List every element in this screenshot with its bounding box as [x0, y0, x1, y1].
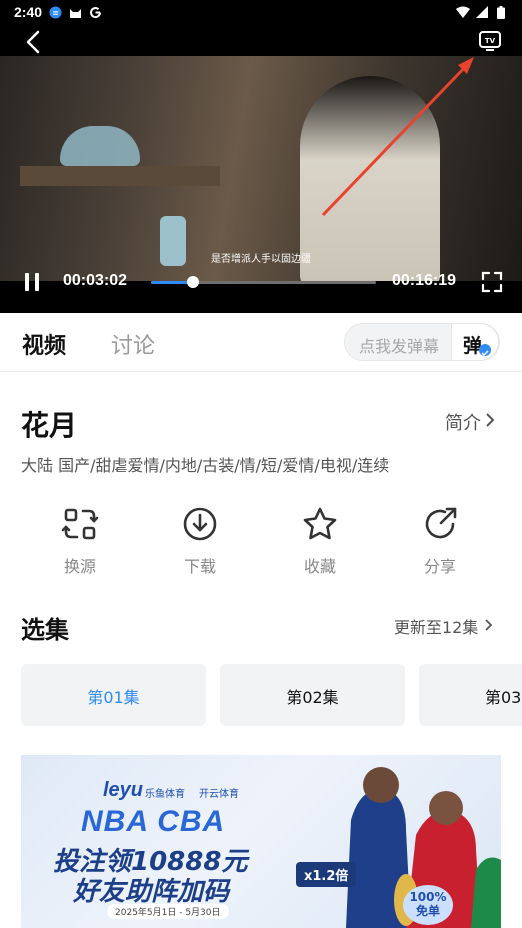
episode-card[interactable]: 第03集 [419, 664, 522, 726]
video-frame [0, 56, 522, 281]
scene-teaset [60, 126, 140, 166]
banner-badge-text: 免单 [415, 904, 440, 918]
status-left: 2:40 ≡ [14, 4, 102, 20]
promo-banner[interactable]: leyu 乐鱼体育 开云体育 NBA CBA 投注领10888元 好友助阵加码 … [21, 755, 501, 928]
danmu-check-icon [479, 344, 491, 357]
chevron-right-icon [485, 412, 495, 433]
episode-label: 第03集 [485, 688, 522, 707]
banner-free-badge: 100% 免单 [403, 885, 453, 925]
danmu-placeholder[interactable]: 点我发弹幕 [359, 333, 439, 357]
video-player[interactable]: TV 是否增派人手以固边疆 00:03:02 00:16:19 [0, 24, 522, 313]
episode-card[interactable]: 第01集 [21, 664, 206, 726]
tv-cast-icon[interactable]: TV [478, 30, 502, 52]
back-icon[interactable] [22, 30, 46, 54]
battery-icon [494, 5, 508, 19]
banner-logo: leyu [103, 779, 144, 801]
episodes-update-link[interactable]: 更新至12集 [394, 614, 493, 638]
current-time: 00:03:02 [63, 272, 128, 289]
player-controls: 00:03:02 00:16:19 [0, 264, 522, 298]
status-bar: 2:40 ≡ [0, 0, 522, 24]
switch-source-icon [61, 505, 99, 543]
download-button[interactable]: 下载 [160, 500, 240, 580]
banner-logo-sub: 乐鱼体育 [145, 789, 185, 800]
banner-multiplier: x1.2倍 [296, 862, 357, 887]
switch-source-button[interactable]: 换源 [40, 500, 120, 580]
fullscreen-icon[interactable] [481, 271, 503, 293]
favorite-button[interactable]: 收藏 [280, 500, 360, 580]
status-time: 2:40 [14, 4, 43, 20]
svg-text:TV: TV [485, 37, 496, 45]
share-label: 分享 [423, 557, 456, 576]
danmu-input[interactable]: 点我发弹幕 弹 [344, 323, 500, 361]
episode-label: 第01集 [87, 688, 140, 707]
show-title: 花月 [21, 409, 78, 442]
download-label: 下载 [183, 557, 216, 576]
episode-label: 第02集 [286, 688, 339, 707]
scene-table [20, 166, 220, 186]
banner-sponsor: 开云体育 [199, 789, 239, 800]
share-icon [421, 505, 459, 543]
player-top-bar [0, 24, 522, 56]
banner-date: 2025年5月1日 - 5月30日 [107, 904, 229, 919]
svg-text:≡: ≡ [52, 8, 59, 17]
chevron-right-icon [484, 617, 493, 636]
tab-video[interactable]: 视频 [22, 328, 66, 360]
progress-thumb[interactable] [186, 276, 199, 288]
intro-link[interactable]: 简介 [445, 409, 495, 435]
episodes-heading: 选集 [21, 616, 69, 644]
video-subtitle: 是否增派人手以固边疆 [211, 254, 311, 265]
intro-label: 简介 [445, 413, 481, 434]
progress-bar[interactable] [151, 276, 376, 288]
download-icon [181, 505, 219, 543]
danmu-toggle-button[interactable]: 弹 [451, 323, 499, 361]
banner-headline: NBA CBA [81, 805, 226, 838]
wifi-icon [456, 5, 470, 19]
share-button[interactable]: 分享 [400, 500, 480, 580]
banner-tagline: 好友助阵加码 [73, 877, 230, 907]
banner-badge-percent: 100% [409, 890, 447, 904]
show-tags: 大陆 国产/甜虐爱情/内地/古装/情/短/爱情/电视/连续 [21, 456, 390, 475]
total-time: 00:16:19 [392, 272, 457, 289]
switch-source-label: 换源 [63, 557, 96, 576]
star-icon [301, 505, 339, 543]
pause-icon[interactable] [22, 272, 42, 292]
notification-badge-icon: ≡ [48, 5, 62, 19]
content-tabs: 视频 讨论 点我发弹幕 弹 [0, 313, 522, 372]
action-bar: 换源 下载 收藏 分享 [0, 500, 522, 580]
status-right [456, 5, 508, 19]
episodes-update-text: 更新至12集 [394, 618, 479, 637]
cat-icon [68, 5, 82, 19]
google-icon [88, 5, 102, 19]
tab-discussion[interactable]: 讨论 [111, 328, 155, 360]
favorite-label: 收藏 [303, 557, 336, 576]
signal-icon [475, 5, 489, 19]
episode-card[interactable]: 第02集 [220, 664, 405, 726]
